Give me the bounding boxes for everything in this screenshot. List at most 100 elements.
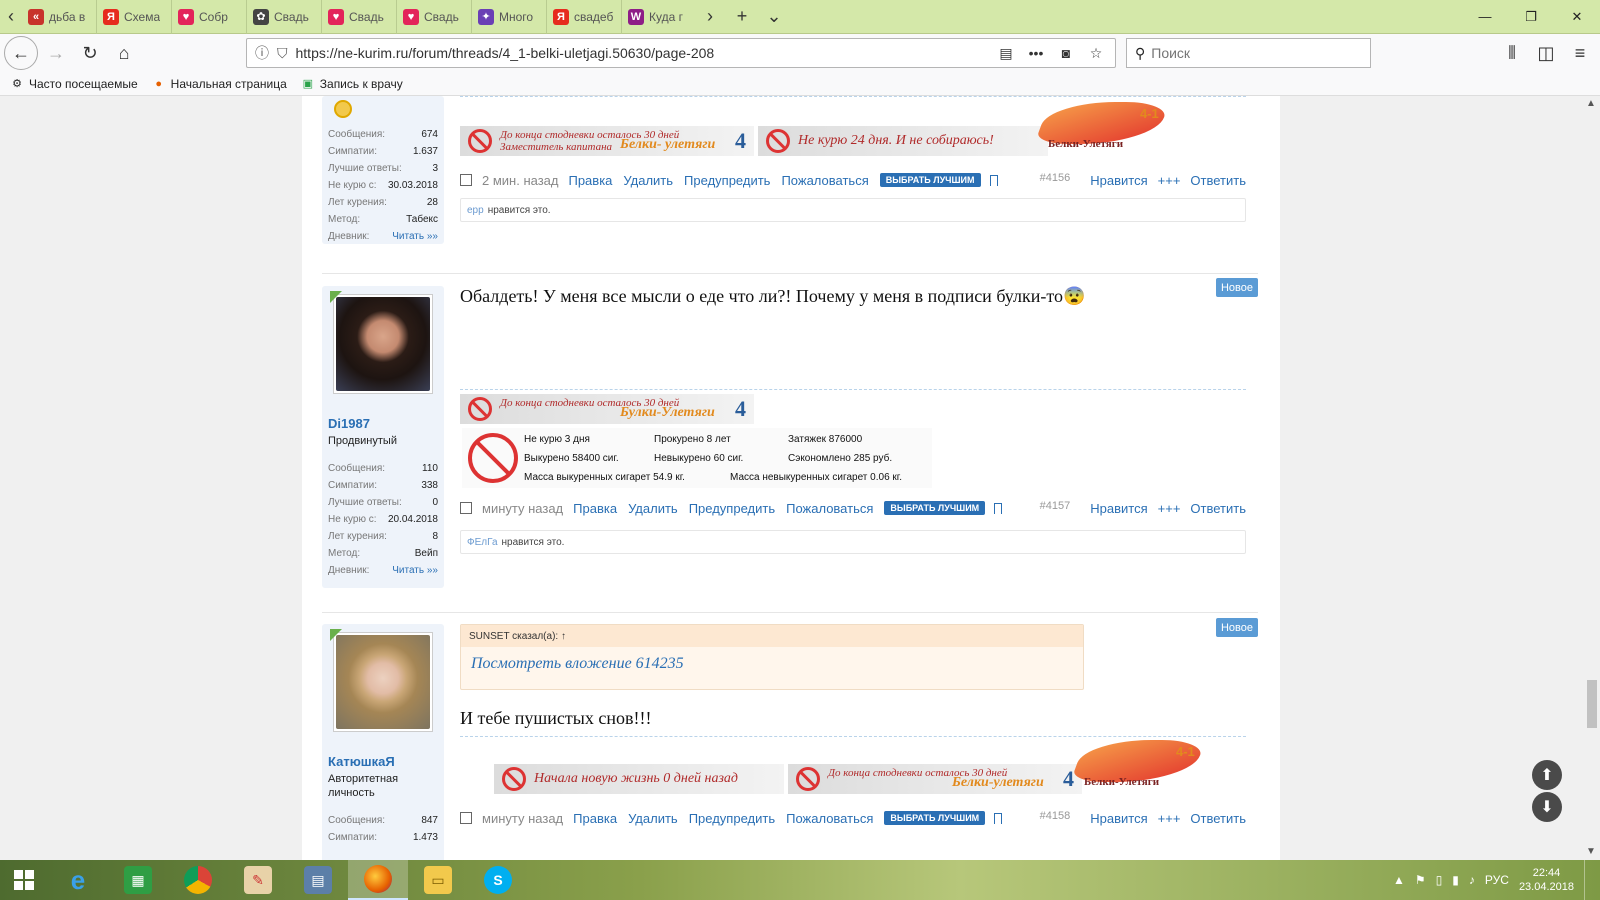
new-tab-icon[interactable]: +: [726, 0, 758, 34]
delete-link[interactable]: Удалить: [628, 811, 678, 826]
close-window-icon[interactable]: ✕: [1554, 0, 1600, 34]
menu-icon[interactable]: ≡: [1564, 37, 1596, 69]
stat-value[interactable]: Читать »»: [392, 231, 438, 242]
volume-icon[interactable]: ♪: [1469, 873, 1475, 887]
pocket-icon[interactable]: ◙: [1055, 45, 1077, 61]
tab-list-chevron-icon[interactable]: ⌄: [758, 0, 790, 34]
warn-link[interactable]: Предупредить: [689, 811, 775, 826]
site-info-icon[interactable]: ⓘ: [255, 43, 269, 63]
report-link[interactable]: Пожаловаться: [786, 811, 873, 826]
back-button[interactable]: ←: [4, 36, 38, 70]
tray-expand-icon[interactable]: ▲: [1393, 873, 1405, 887]
sidebar-icon[interactable]: ◫: [1530, 37, 1562, 69]
notification-icon[interactable]: [1584, 860, 1590, 900]
browser-tab[interactable]: ♥ Собр: [172, 0, 247, 34]
start-button[interactable]: [0, 860, 48, 900]
browser-tab[interactable]: ♥ Свадь: [322, 0, 397, 34]
stat-value[interactable]: Читать »»: [392, 565, 438, 576]
reply-link[interactable]: Ответить: [1190, 173, 1246, 188]
bookmark-doctor[interactable]: ▣ Запись к врачу: [301, 77, 403, 91]
taskbar-ie[interactable]: e: [48, 860, 108, 900]
language-indicator[interactable]: РУС: [1485, 873, 1509, 887]
minimize-icon[interactable]: —: [1462, 0, 1508, 34]
taskbar-skype[interactable]: S: [468, 860, 528, 900]
reader-view-icon[interactable]: ▤: [995, 45, 1017, 62]
report-link[interactable]: Пожаловаться: [781, 173, 868, 188]
taskbar-store[interactable]: ▦: [108, 860, 168, 900]
bookmark-icon[interactable]: [989, 174, 998, 186]
bookmark-icon[interactable]: [994, 502, 1003, 514]
reply-link[interactable]: Ответить: [1190, 501, 1246, 516]
tabs-scroll-right-icon[interactable]: ›: [694, 0, 726, 34]
battery-icon[interactable]: ▯: [1436, 873, 1443, 887]
avatar[interactable]: [330, 629, 433, 732]
best-answer-button[interactable]: ВЫБРАТЬ ЛУЧШИМ: [879, 173, 981, 187]
forward-button[interactable]: →: [40, 37, 72, 69]
browser-tab[interactable]: ✿ Свадь: [247, 0, 322, 34]
taskbar-explorer[interactable]: ▭: [408, 860, 468, 900]
post-time[interactable]: минуту назад: [482, 501, 563, 516]
page-actions-icon[interactable]: •••: [1025, 45, 1047, 61]
reload-button[interactable]: ↻: [74, 37, 106, 69]
taskbar-calculator[interactable]: ▤: [288, 860, 348, 900]
reply-link[interactable]: Ответить: [1190, 811, 1246, 826]
select-checkbox[interactable]: [460, 812, 472, 824]
url-bar[interactable]: ⓘ ⛉ https://ne-kurim.ru/forum/threads/4_…: [246, 38, 1116, 68]
home-button[interactable]: ⌂: [108, 37, 140, 69]
post-number[interactable]: #4158: [1040, 810, 1071, 822]
best-answer-button[interactable]: ВЫБРАТЬ ЛУЧШИМ: [884, 501, 986, 515]
more-link[interactable]: +++: [1158, 173, 1181, 188]
tracking-shield-icon[interactable]: ⛉: [277, 45, 288, 62]
liker-link[interactable]: ерр: [467, 205, 484, 216]
bookmark-star-icon[interactable]: ☆: [1085, 45, 1107, 62]
scrollbar-thumb[interactable]: [1587, 680, 1597, 728]
like-link[interactable]: Нравится: [1090, 501, 1147, 516]
search-box[interactable]: ⚲: [1126, 38, 1371, 68]
scroll-down-icon[interactable]: ▼: [1586, 846, 1596, 857]
edit-link[interactable]: Правка: [568, 173, 612, 188]
scroll-top-arrow-icon[interactable]: ⬆: [1532, 760, 1562, 790]
select-checkbox[interactable]: [460, 174, 472, 186]
search-input[interactable]: [1151, 45, 1362, 61]
post-number[interactable]: #4157: [1040, 500, 1071, 512]
delete-link[interactable]: Удалить: [623, 173, 673, 188]
bookmark-home[interactable]: ● Начальная страница: [152, 77, 286, 91]
browser-tab[interactable]: ♥ Свадь: [397, 0, 472, 34]
post-number[interactable]: #4156: [1040, 172, 1071, 184]
url-text[interactable]: https://ne-kurim.ru/forum/threads/4_1-be…: [296, 45, 988, 61]
attachment-link[interactable]: Посмотреть вложение 614235: [461, 647, 1083, 681]
bookmark-frequent[interactable]: ⚙ Часто посещаемые: [10, 77, 138, 91]
browser-tab[interactable]: « дьба в: [22, 0, 97, 34]
edit-link[interactable]: Правка: [573, 811, 617, 826]
warn-link[interactable]: Предупредить: [684, 173, 770, 188]
post-time[interactable]: минуту назад: [482, 811, 563, 826]
more-link[interactable]: +++: [1158, 501, 1181, 516]
select-checkbox[interactable]: [460, 502, 472, 514]
library-icon[interactable]: ⫴: [1496, 37, 1528, 69]
taskbar-paint[interactable]: ✎: [228, 860, 288, 900]
more-link[interactable]: +++: [1158, 811, 1181, 826]
clock[interactable]: 22:44 23.04.2018: [1519, 866, 1574, 894]
like-link[interactable]: Нравится: [1090, 173, 1147, 188]
liker-link[interactable]: ФЕлГа: [467, 537, 498, 548]
best-answer-button[interactable]: ВЫБРАТЬ ЛУЧШИМ: [884, 811, 986, 825]
browser-tab[interactable]: ✦ Много: [472, 0, 547, 34]
browser-tab[interactable]: Ясвадеб: [547, 0, 622, 34]
browser-tab[interactable]: Я Схема: [97, 0, 172, 34]
taskbar-chrome[interactable]: [168, 860, 228, 900]
post-time[interactable]: 2 мин. назад: [482, 173, 558, 188]
report-link[interactable]: Пожаловаться: [786, 501, 873, 516]
flag-icon[interactable]: ⚑: [1415, 873, 1426, 887]
like-link[interactable]: Нравится: [1090, 811, 1147, 826]
warn-link[interactable]: Предупредить: [689, 501, 775, 516]
username-link[interactable]: КатюшкаЯ: [328, 754, 438, 769]
network-icon[interactable]: ▮: [1452, 873, 1459, 887]
taskbar-firefox[interactable]: [348, 860, 408, 900]
quote-author-link[interactable]: SUNSET сказал(а): ↑: [461, 625, 1083, 647]
page-scrollbar[interactable]: ▲ ▼: [1584, 96, 1600, 860]
restore-icon[interactable]: ❐: [1508, 0, 1554, 34]
tabs-scroll-left-icon[interactable]: ‹: [0, 0, 22, 34]
avatar[interactable]: [330, 291, 433, 394]
delete-link[interactable]: Удалить: [628, 501, 678, 516]
scroll-up-icon[interactable]: ▲: [1586, 98, 1596, 109]
